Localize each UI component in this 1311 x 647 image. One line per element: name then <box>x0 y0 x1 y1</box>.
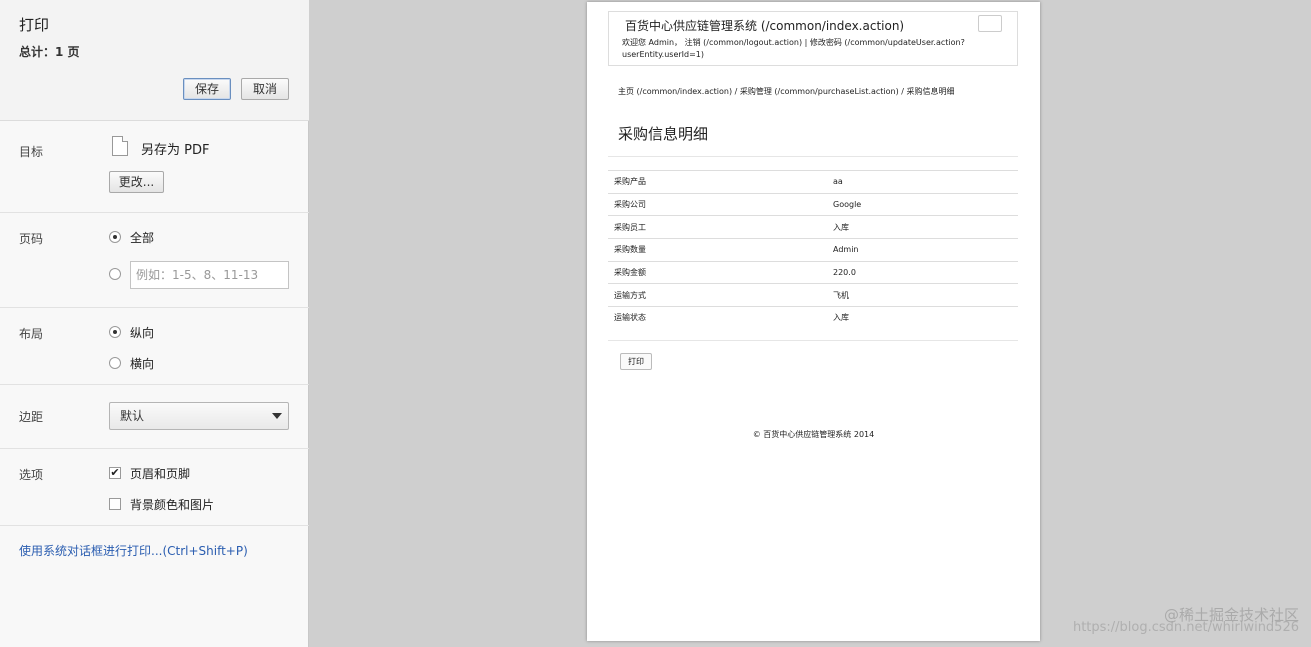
margins-label: 边距 <box>19 410 44 424</box>
divider <box>608 340 1018 341</box>
row-value: 入库 <box>827 306 1018 329</box>
print-header: 打印 总计：1 页 保存 取消 <box>0 0 309 121</box>
row-label: 采购金额 <box>608 260 827 284</box>
save-button[interactable]: 保存 <box>183 78 231 100</box>
table-row: 采购员工 入库 <box>608 215 1018 239</box>
page-title: 采购信息明细 <box>618 125 709 143</box>
headers-footers-checkbox[interactable]: ✔ <box>109 467 121 479</box>
layout-label: 布局 <box>19 327 44 341</box>
detail-table: 采购产品 aa 采购公司 Google 采购员工 入库 采购数量 Admin 采购金额 220.0… <box>608 170 1018 329</box>
print-preview-page: 百货中心供应链管理系统 (/common/index.action) 欢迎您 A… <box>587 2 1040 641</box>
row-value: 入库 <box>827 215 1018 239</box>
landscape-label: 横向 <box>130 357 155 371</box>
layout-section: 布局 纵向 横向 <box>0 308 309 385</box>
divider <box>608 156 1018 157</box>
table-row: 采购金额 220.0 <box>608 260 1018 284</box>
document-icon <box>112 136 128 156</box>
row-label: 采购产品 <box>608 170 827 194</box>
background-graphics-label: 背景颜色和图片 <box>130 498 215 512</box>
breadcrumb: 主页 (/common/index.action) / 采购管理 (/commo… <box>618 87 955 96</box>
margins-select[interactable]: 默认 <box>109 402 289 430</box>
row-value: Google <box>827 192 1018 216</box>
row-label: 运输方式 <box>608 283 827 307</box>
row-value: aa <box>827 170 1018 194</box>
pages-all-radio[interactable] <box>109 231 121 243</box>
margins-value: 默认 <box>120 409 145 423</box>
page-footer: © 百货中心供应链管理系统 2014 <box>752 430 875 439</box>
pages-label: 页码 <box>19 232 44 246</box>
table-row: 运输方式 飞机 <box>608 283 1018 307</box>
system-title: 百货中心供应链管理系统 (/common/index.action) <box>625 19 905 33</box>
row-label: 采购数量 <box>608 238 827 262</box>
row-value: 飞机 <box>827 283 1018 307</box>
pages-all-label: 全部 <box>130 231 155 245</box>
options-section: 选项 ✔ 页眉和页脚 背景颜色和图片 <box>0 449 309 526</box>
table-row: 采购数量 Admin <box>608 238 1018 262</box>
print-title: 打印 <box>19 16 50 34</box>
print-settings-panel: 打印 总计：1 页 保存 取消 目标 另存为 PDF 更改... 页码 全部 例… <box>0 0 309 647</box>
portrait-label: 纵向 <box>130 326 155 340</box>
change-destination-button[interactable]: 更改... <box>109 171 164 193</box>
row-label: 运输状态 <box>608 306 827 329</box>
page-total: 总计：1 页 <box>19 45 80 59</box>
background-graphics-checkbox[interactable] <box>109 498 121 510</box>
landscape-radio[interactable] <box>109 357 121 369</box>
margins-section: 边距 默认 <box>0 385 309 449</box>
destination-section: 目标 另存为 PDF 更改... <box>0 121 309 213</box>
table-row: 采购公司 Google <box>608 192 1018 216</box>
row-value: 220.0 <box>827 260 1018 284</box>
print-button[interactable]: 打印 <box>620 353 652 370</box>
headers-footers-label: 页眉和页脚 <box>130 467 191 481</box>
destination-value: 另存为 PDF <box>141 143 210 158</box>
table-row: 采购产品 aa <box>608 170 1018 194</box>
system-dialog-link[interactable]: 使用系统对话框进行打印...(Ctrl+Shift+P) <box>19 542 248 559</box>
destination-label: 目标 <box>19 145 44 159</box>
pages-custom-radio[interactable] <box>109 268 121 280</box>
chevron-down-icon <box>272 413 282 419</box>
welcome-text: 欢迎您 Admin， 注销 (/common/logout.action) | … <box>622 38 965 59</box>
pages-section: 页码 全部 例如：1-5、8、11-13 <box>0 213 309 308</box>
table-row: 运输状态 入库 <box>608 306 1018 329</box>
row-label: 采购员工 <box>608 215 827 239</box>
pages-custom-input[interactable]: 例如：1-5、8、11-13 <box>130 261 289 289</box>
row-value: Admin <box>827 238 1018 262</box>
page-header-box: 百货中心供应链管理系统 (/common/index.action) 欢迎您 A… <box>608 11 1018 66</box>
watermark-url: https://blog.csdn.net/whirlwind526 <box>1072 620 1299 635</box>
portrait-radio[interactable] <box>109 326 121 338</box>
cancel-button[interactable]: 取消 <box>241 78 289 100</box>
row-label: 采购公司 <box>608 192 827 216</box>
menu-toggle-icon <box>978 15 1002 32</box>
options-label: 选项 <box>19 468 44 482</box>
